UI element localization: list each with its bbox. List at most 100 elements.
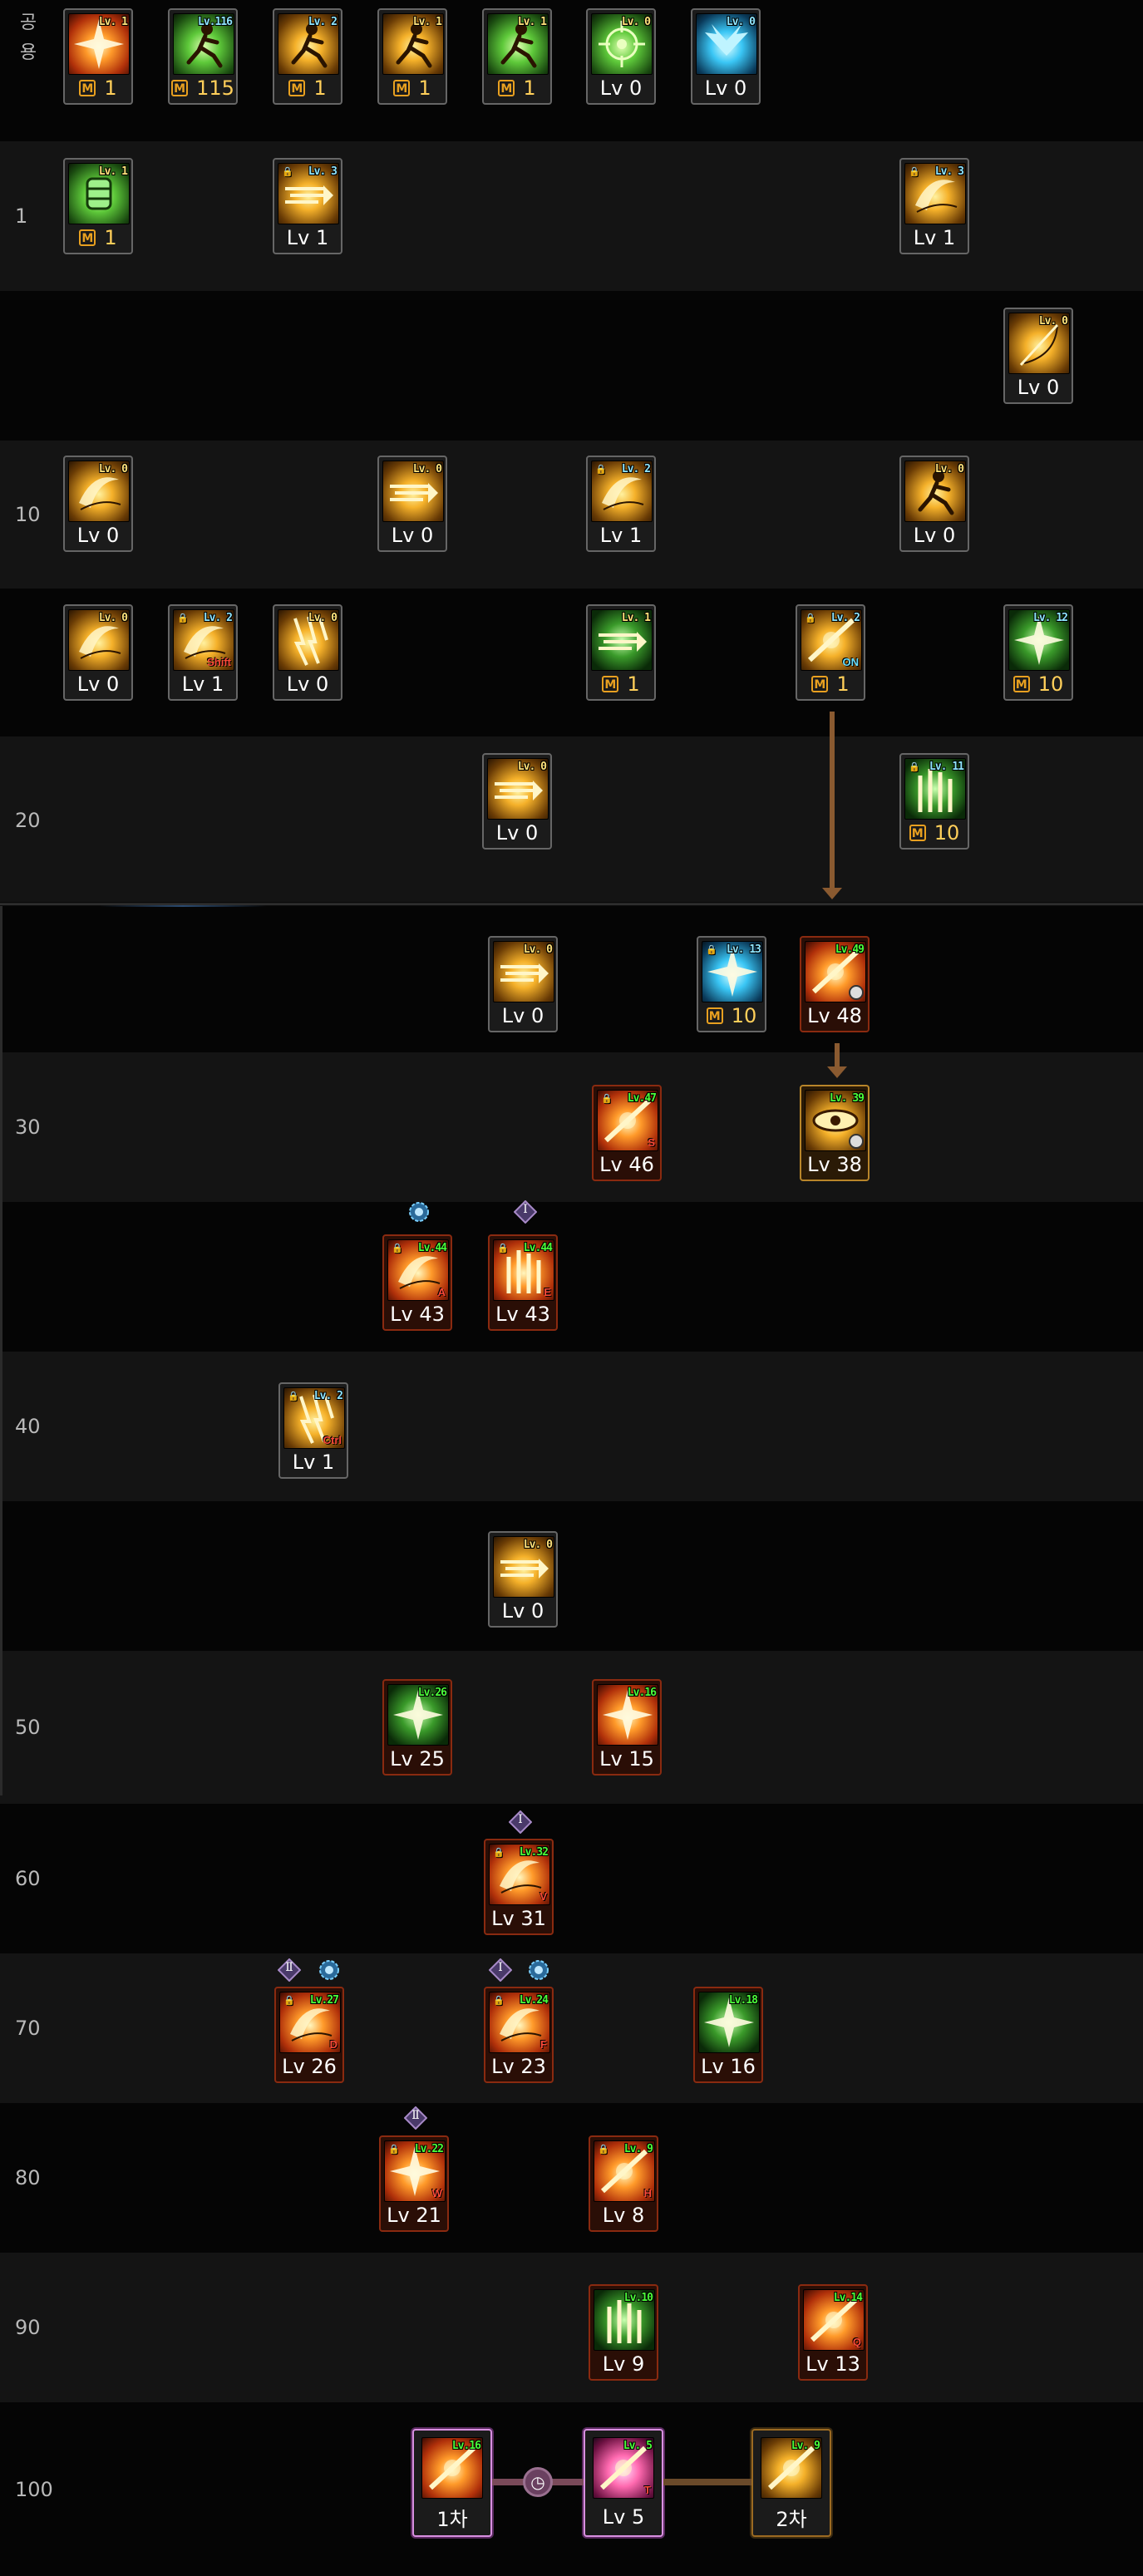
hotkey-label: V [539, 1890, 547, 1903]
master-m-icon: M [602, 676, 619, 692]
green-aura-icon: Lv.18 [698, 1992, 760, 2053]
skill-level-display: Lv 1 [588, 520, 654, 550]
skill-level-value: 10 [934, 821, 960, 845]
skill-level-tag: Lv. 3 [934, 165, 964, 178]
skill-level-display: 1차 [414, 2499, 490, 2535]
skill-slot-r12-2[interactable]: Lv.16 Lv 15 [592, 1679, 662, 1776]
skill-level-tag: Lv.10 [623, 2292, 653, 2304]
skill-slot-r15-2[interactable]: 🔒 Lv. 9 H Lv 8 [589, 2135, 658, 2232]
skill-level-display: M1 [65, 73, 131, 103]
tier-label: 20 [15, 809, 41, 832]
lock-icon: 🔒 [493, 1847, 505, 1858]
skill-slot-r7-3[interactable]: Lv.49 Lv 48 [800, 936, 870, 1032]
skill-level-value: Lv 1 [913, 226, 956, 249]
skill-slot-r7-2[interactable]: 🔒 Lv. 13 M 10 [697, 936, 766, 1032]
skill-slot-r4-2[interactable]: Lv. 0 Lv 0 [377, 456, 447, 552]
tier-row [0, 1501, 1143, 1651]
hotkey-label: T [644, 2484, 651, 2496]
skill-slot-r17-2[interactable]: Lv. 5 T Lv 5 [584, 2429, 663, 2537]
tier-label: 공용 [19, 12, 37, 63]
skill-slot-r10-1[interactable]: 🔒 Lv. 2 Ctrl Lv 1 [278, 1382, 348, 1479]
skill-slot-r17-1[interactable]: Lv.16 1차 [412, 2429, 492, 2537]
skill-slot-r11-1[interactable]: Lv. 0 Lv 0 [488, 1531, 558, 1628]
skill-level-tag: Lv. 1 [98, 165, 128, 178]
green-spark-icon: Lv.26 [387, 1684, 449, 1746]
skill-slot-lv1-2[interactable]: 🔒 Lv. 3 Lv 1 [273, 158, 342, 254]
skill-slot-r3-1[interactable]: Lv. 0 Lv 0 [1003, 308, 1073, 404]
wings-icon: Lv. 0 [696, 13, 757, 75]
tier-one-icon: Ⅰ [508, 1810, 533, 1835]
skill-level-display: Lv 5 [585, 2499, 662, 2535]
skill-slot-r5-6[interactable]: Lv. 12 M 10 [1003, 604, 1073, 701]
master-m-icon: M [1012, 676, 1030, 692]
skill-slot-r14-3[interactable]: Lv.18 Lv 16 [693, 1987, 763, 2083]
skill-level-value: Lv 23 [491, 2055, 546, 2078]
lock-icon: 🔒 [598, 2144, 609, 2155]
lock-icon: 🔒 [595, 464, 607, 475]
skill-level-tag: Lv.44 [417, 1242, 447, 1254]
skill-slot-r14-2[interactable]: 🔒 Lv.24 F Lv 23 [484, 1987, 554, 2083]
strike-on-icon: 🔒 Lv. 2 ON [801, 609, 862, 671]
skill-slot-r5-3[interactable]: Lv. 0 Lv 0 [273, 604, 342, 701]
skill-slot-r6-1[interactable]: Lv. 0 Lv 0 [482, 753, 552, 850]
skill-level-tag: Lv.18 [728, 1994, 758, 2007]
skill-slot-r8-1[interactable]: 🔒 Lv.47 S Lv 46 [592, 1085, 662, 1181]
skill-level-tag: Lv. 1 [412, 16, 442, 28]
skill-slot-r8-2[interactable]: Lv. 39 Lv 38 [800, 1085, 870, 1181]
skill-level-tag: Lv.47 [627, 1092, 657, 1105]
skill-slot-r5-1[interactable]: Lv. 0 Lv 0 [63, 604, 133, 701]
skill-slot-r16-1[interactable]: Lv.10 Lv 9 [589, 2284, 658, 2381]
skill-level-display: Lv 0 [484, 818, 550, 848]
skill-slot-r4-4[interactable]: Lv. 0 Lv 0 [899, 456, 969, 552]
skill-slot-common-5[interactable]: Lv. 1 M1 [482, 8, 552, 105]
lock-icon: 🔒 [601, 1093, 613, 1104]
thrust-icon: Lv. 0 [382, 461, 444, 522]
skill-slot-common-6[interactable]: Lv. 0 Lv 0 [586, 8, 656, 105]
skill-slot-lv1-1[interactable]: Lv. 1 M1 [63, 158, 133, 254]
skill-slot-common-7[interactable]: Lv. 0 Lv 0 [691, 8, 761, 105]
hotkey-label: Shift [207, 656, 231, 668]
skill-slot-r9-2[interactable]: 🔒 Lv.44 E Lv 43 [488, 1234, 558, 1331]
skill-slot-common-2[interactable]: Lv.116 M 115 [168, 8, 238, 105]
skill-slot-r5-4[interactable]: Lv. 1 M1 [586, 604, 656, 701]
skill-level-display: Lv 0 [65, 520, 131, 550]
skill-slot-common-3[interactable]: Lv. 2 M1 [273, 8, 342, 105]
skill-slot-r6-2[interactable]: 🔒 Lv. 11 M 10 [899, 753, 969, 850]
skill-slot-r14-1[interactable]: 🔒 Lv.27 D Lv 26 [274, 1987, 344, 2083]
skill-slot-r17-3[interactable]: Lv. 9 2차 [751, 2429, 831, 2537]
skill-slot-r9-1[interactable]: 🔒 Lv.44 A Lv 43 [382, 1234, 452, 1331]
skill-slot-r13-1[interactable]: 🔒 Lv.32 V Lv 31 [484, 1839, 554, 1935]
skill-slot-r5-5[interactable]: 🔒 Lv. 2 ON M 1 [796, 604, 865, 701]
skill-slot-r4-1[interactable]: Lv. 0 Lv 0 [63, 456, 133, 552]
lock-icon: 🔒 [388, 2144, 400, 2155]
skill-level-tag: Lv. 0 [308, 612, 337, 624]
skill-slot-r4-3[interactable]: 🔒 Lv. 2 Lv 1 [586, 456, 656, 552]
skill-level-display: Lv 1 [280, 1447, 347, 1477]
skill-slot-r7-1[interactable]: Lv. 0 Lv 0 [488, 936, 558, 1032]
skill-slot-lv1-3[interactable]: 🔒 Lv. 3 Lv 1 [899, 158, 969, 254]
skill-slot-r12-1[interactable]: Lv.26 Lv 25 [382, 1679, 452, 1776]
gear-icon [527, 1958, 550, 1982]
skill-slot-common-1[interactable]: Lv. 1 M1 [63, 8, 133, 105]
lock-icon: 🔒 [283, 1995, 295, 2006]
skill-level-tag: Lv. 0 [1038, 315, 1068, 328]
skill-level-tag: Lv. 1 [517, 16, 547, 28]
skill-level-tag: Lv. 0 [98, 463, 128, 475]
hotkey-label: S [648, 1136, 655, 1149]
skill-slot-r16-2[interactable]: Lv.14 Q Lv 13 [798, 2284, 868, 2381]
skill-slot-r5-2[interactable]: 🔒 Lv. 2 Shift Lv 1 [168, 604, 238, 701]
skill-slot-common-4[interactable]: Lv. 1 M1 [377, 8, 447, 105]
tier-row [0, 291, 1143, 441]
master-m-icon: M [171, 80, 189, 96]
skill-level-display: Lv 0 [588, 73, 654, 103]
skill-level-display: 2차 [753, 2499, 830, 2535]
frame-left [0, 906, 2, 1795]
skill-level-tag: Lv. 2 [308, 16, 337, 28]
claw-ctrl-icon: 🔒 Lv. 2 Ctrl [283, 1387, 345, 1449]
skill-level-display: Lv 16 [695, 2051, 761, 2081]
skill-level-value: Lv 15 [599, 1747, 654, 1771]
skill-slot-r15-1[interactable]: 🔒 Lv.22 W Lv 21 [379, 2135, 449, 2232]
skill-level-value: Lv 26 [282, 2055, 337, 2078]
prereq-arrow [830, 712, 835, 889]
skill-level-display: Lv 31 [485, 1904, 552, 1933]
